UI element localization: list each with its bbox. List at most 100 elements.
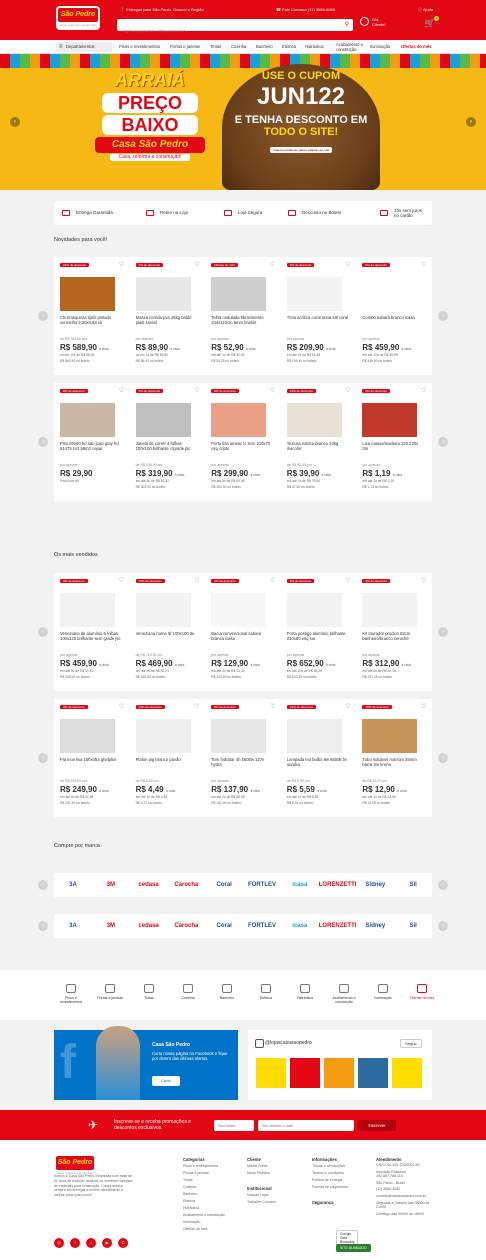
product-card[interactable]: 0% de desconto ♡ Massa corrida pva 25kg ba… xyxy=(130,257,205,375)
brand-logo[interactable]: Sil xyxy=(393,873,433,897)
footer-link[interactable]: Nossas Lojas xyxy=(247,1192,276,1199)
heart-icon[interactable]: ♡ xyxy=(194,577,199,584)
footer-link[interactable]: Hidráulica xyxy=(183,1205,225,1212)
footer-link[interactable]: Trabalhe Conosco xyxy=(247,1199,276,1206)
nav-item-offers[interactable]: Ofertas do mês xyxy=(401,40,432,54)
facebook-like-button[interactable]: Curtir xyxy=(152,1076,180,1086)
product-image[interactable] xyxy=(286,593,342,627)
category-shortcut[interactable]: Iluminação xyxy=(366,984,400,1000)
footer-link[interactable]: São Paulo - Brasil xyxy=(376,1181,434,1186)
banner-prev-arrow[interactable]: ‹ xyxy=(10,117,20,127)
product-card[interactable]: 24% de desconto ♡ Textura rustica branco 2… xyxy=(281,383,356,501)
facebook-icon[interactable]: f xyxy=(70,1238,80,1248)
instagram-icon[interactable]: ◎ xyxy=(54,1238,64,1248)
category-shortcut[interactable]: Pisos e revestimentos xyxy=(54,984,88,1005)
category-shortcut[interactable]: Acabamento e construção xyxy=(327,984,361,1005)
site-logo[interactable]: São Pedro Casa, reforma e construção xyxy=(56,6,100,30)
product-name[interactable]: Janela de correr 4 folhas 100x100 brilha… xyxy=(136,441,198,457)
carousel-next-arrow[interactable]: › xyxy=(438,880,448,890)
product-card[interactable]: 0% de desconto ♡ Pia inox lisa 150x053 ghe… xyxy=(54,699,129,817)
footer-link[interactable]: Ofertas do mês xyxy=(183,1226,225,1233)
heart-icon[interactable]: ♡ xyxy=(345,703,350,710)
newsletter-submit-button[interactable]: Inscrever xyxy=(358,1120,396,1131)
footer-link[interactable]: Banheiro xyxy=(183,1191,225,1198)
brand-logo[interactable]: Coral xyxy=(204,873,244,897)
product-name[interactable]: Combo sabará branco icasa xyxy=(362,315,424,331)
heart-icon[interactable]: ♡ xyxy=(421,703,426,710)
footer-link[interactable]: Iluminação xyxy=(183,1219,225,1226)
category-shortcut[interactable]: Portas e janelas xyxy=(93,984,127,1000)
carousel-next-arrow[interactable]: › xyxy=(438,437,448,447)
product-card[interactable]: 0% de desconto ♡ Veneziana de alumínio 6 f… xyxy=(54,573,129,691)
departments-menu[interactable]: Departamentos xyxy=(56,42,112,52)
account-menu[interactable]: Olá, Cliente! xyxy=(360,17,386,27)
product-name[interactable]: Piso 60x60 hd sao joao gray hd 61475 cx2… xyxy=(60,441,122,457)
newsletter-name-input[interactable] xyxy=(214,1120,254,1131)
heart-icon[interactable]: ♡ xyxy=(119,261,124,268)
product-name[interactable]: Bacia convencional sabará branca icasa xyxy=(211,631,273,647)
product-name[interactable]: Massa corrida pva 25kg balde plast suvin… xyxy=(136,315,198,331)
brand-logo[interactable]: icasa xyxy=(280,873,320,897)
footer-link[interactable]: Termos e condições xyxy=(312,1170,348,1177)
heart-icon[interactable]: ♡ xyxy=(119,577,124,584)
hero-banner[interactable]: ARRAIÁ PREÇO BAIXO Casa São Pedro Casa, … xyxy=(0,54,486,190)
footer-link[interactable]: Trocas e devoluções xyxy=(312,1163,348,1170)
product-image[interactable] xyxy=(211,403,267,437)
carousel-next-arrow[interactable]: › xyxy=(438,753,448,763)
heart-icon[interactable]: ♡ xyxy=(119,703,124,710)
product-name[interactable]: Textura rustica branco 23kg inacolor xyxy=(287,441,349,457)
instagram-post[interactable] xyxy=(392,1058,422,1088)
product-name[interactable]: Plafon pig branco pavão xyxy=(136,757,198,773)
product-image[interactable] xyxy=(211,719,267,753)
delivery-info[interactable]: 📍 Entregas para São Paulo, Osasco e Regi… xyxy=(120,7,204,12)
footer-link[interactable]: Política de entrega xyxy=(312,1177,348,1184)
brand-logo[interactable]: Sidney xyxy=(355,873,395,897)
category-shortcut[interactable]: Banheiro xyxy=(210,984,244,1000)
category-shortcut[interactable]: Ofertas do mês xyxy=(405,984,439,1000)
instagram-post[interactable] xyxy=(256,1058,286,1088)
tiktok-icon[interactable]: ♪ xyxy=(86,1238,96,1248)
product-image[interactable] xyxy=(211,593,267,627)
product-name[interactable]: Telha ondulada fibrocimento 244x110cm 5m… xyxy=(211,315,273,331)
heart-icon[interactable]: ♡ xyxy=(270,577,275,584)
product-card[interactable]: 0% de desconto ♡ Combo sabará branco icasa… xyxy=(356,257,431,375)
heart-icon[interactable]: ♡ xyxy=(119,387,124,394)
nav-item[interactable]: Portas e janelas xyxy=(170,40,200,54)
product-image[interactable] xyxy=(135,593,191,627)
product-card[interactable]: 24% de desconto ♡ Lampada led bulbo 9w 650… xyxy=(281,699,356,817)
brand-logo[interactable]: Carocha xyxy=(166,914,206,938)
nav-item[interactable]: Banheiro xyxy=(256,40,273,54)
footer-link[interactable]: Cozinha xyxy=(183,1184,225,1191)
heart-icon[interactable]: ♡ xyxy=(194,261,199,268)
category-shortcut[interactable]: Hidráulica xyxy=(288,984,322,1000)
footer-link[interactable]: Portas e janelas xyxy=(183,1170,225,1177)
help-link[interactable]: ⓘ Ajuda xyxy=(418,7,433,12)
heart-icon[interactable]: ♡ xyxy=(345,577,350,584)
nav-item[interactable]: Acabamento e construção xyxy=(336,40,368,54)
product-name[interactable]: Lampada led bulbo 9w 6500k bv ourolux xyxy=(287,757,349,773)
carousel-prev-arrow[interactable]: ‹ xyxy=(38,880,48,890)
search-icon[interactable]: ⚲ xyxy=(345,21,349,28)
brand-logo[interactable]: cedasa xyxy=(129,873,169,897)
footer-link[interactable]: CNPJ: 60.405.720/0001-83 xyxy=(376,1163,434,1168)
product-card[interactable]: 18% de desconto ♡ Tubo soldavel marrom 25m… xyxy=(356,699,431,817)
brand-logo[interactable]: LORENZETTI xyxy=(318,914,358,938)
brand-logo[interactable]: 3A xyxy=(53,873,93,897)
carousel-next-arrow[interactable]: › xyxy=(438,627,448,637)
footer-link[interactable]: contato@casasaopedro.com.br xyxy=(376,1194,434,1199)
instagram-post[interactable] xyxy=(290,1058,320,1088)
footer-link[interactable]: Meus Pedidos xyxy=(247,1170,276,1177)
footer-link[interactable]: Domingo das 09h00 às 18h00 xyxy=(376,1212,434,1217)
product-card[interactable]: 0% de desconto ♡ Janela de correr 4 folhas… xyxy=(130,383,205,501)
footer-link[interactable]: Acabamento e construção xyxy=(183,1212,225,1219)
brand-logo[interactable]: Carocha xyxy=(166,873,206,897)
carousel-prev-arrow[interactable]: ‹ xyxy=(38,627,48,637)
product-name[interactable]: Torn hidratar 4h 5500w 127v hydra xyxy=(211,757,273,773)
whatsapp-icon[interactable]: ✆ xyxy=(118,1238,128,1248)
heart-icon[interactable]: ♡ xyxy=(270,261,275,268)
nav-item[interactable]: Elétrica xyxy=(282,40,296,54)
carousel-next-arrow[interactable]: › xyxy=(438,921,448,931)
nav-item[interactable]: Pisos e revestimentos xyxy=(119,40,160,54)
phone-info[interactable]: ☎ Fale Conosco (11) 3686-4080 xyxy=(276,7,335,12)
carousel-prev-arrow[interactable]: ‹ xyxy=(38,921,48,931)
